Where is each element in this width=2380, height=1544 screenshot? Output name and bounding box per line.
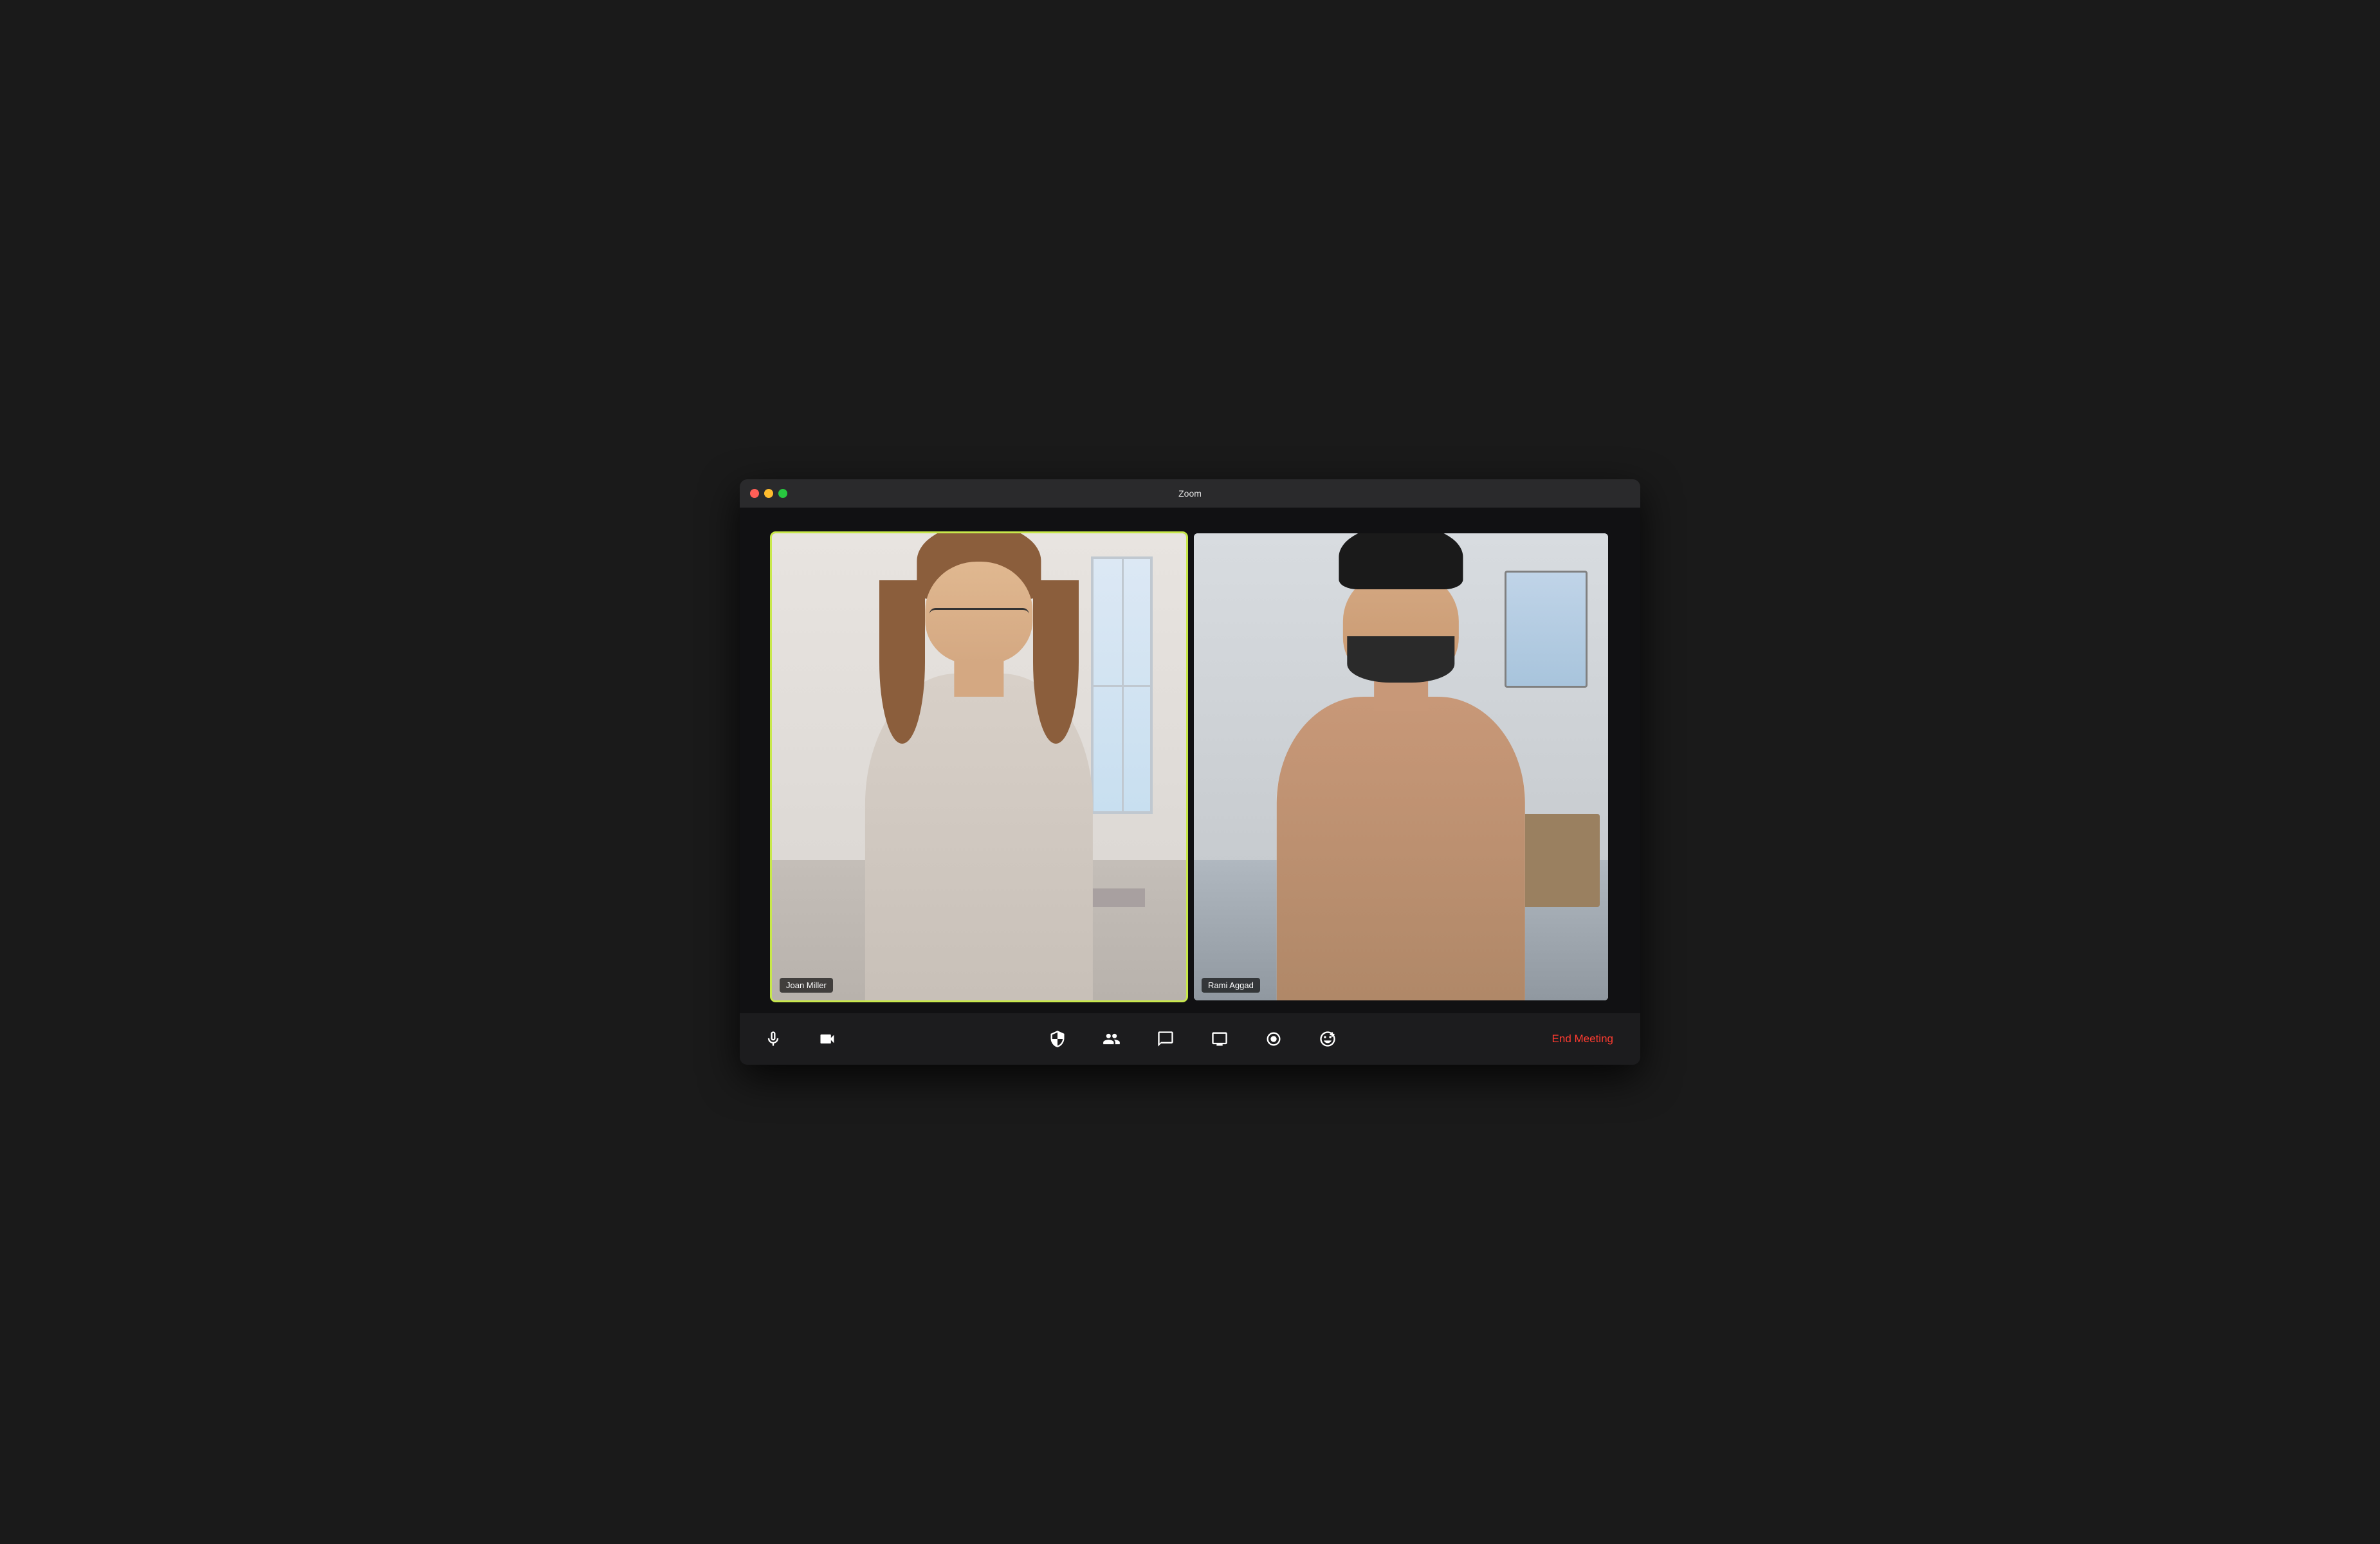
window-controls <box>750 489 787 498</box>
p1-scene <box>772 533 1186 1000</box>
p1-hair-right <box>1033 580 1079 744</box>
shield-icon <box>1048 1030 1066 1048</box>
video-panel-rami[interactable]: Rami Aggad <box>1194 533 1608 1000</box>
record-button[interactable] <box>1259 1027 1288 1051</box>
reactions-button[interactable] <box>1314 1027 1342 1051</box>
p2-scene <box>1194 533 1608 1000</box>
toolbar-right: End Meeting <box>1544 1027 1621 1051</box>
app-window: Zoom Joan M <box>740 479 1640 1065</box>
chat-icon <box>1157 1030 1175 1048</box>
reactions-icon <box>1319 1030 1337 1048</box>
p2-screen <box>1505 571 1588 688</box>
close-button[interactable] <box>750 489 759 498</box>
share-screen-button[interactable] <box>1205 1027 1234 1051</box>
toolbar-left <box>759 1027 841 1051</box>
title-bar: Zoom <box>740 479 1640 508</box>
p2-hair <box>1339 533 1463 589</box>
window-title: Zoom <box>1178 488 1202 499</box>
video-area: Joan Miller Rami Aggad <box>740 508 1640 1013</box>
p1-glasses <box>929 608 1029 631</box>
camera-icon <box>818 1030 836 1048</box>
end-meeting-button[interactable]: End Meeting <box>1544 1027 1621 1051</box>
p2-beard <box>1347 636 1454 683</box>
video-render-joan <box>772 533 1186 1000</box>
participant-name-joan: Joan Miller <box>780 978 833 993</box>
record-icon <box>1265 1030 1283 1048</box>
participant-name-rami: Rami Aggad <box>1202 978 1260 993</box>
chat-button[interactable] <box>1151 1027 1180 1051</box>
share-icon <box>1211 1030 1229 1048</box>
video-render-rami <box>1194 533 1608 1000</box>
camera-button[interactable] <box>813 1027 841 1051</box>
minimize-button[interactable] <box>764 489 773 498</box>
p1-window <box>1091 556 1153 813</box>
mute-button[interactable] <box>759 1027 787 1051</box>
toolbar-center <box>841 1027 1544 1051</box>
maximize-button[interactable] <box>778 489 787 498</box>
p2-body <box>1277 697 1525 1000</box>
p1-hair-left <box>879 580 925 744</box>
participants-icon <box>1103 1030 1121 1048</box>
participants-button[interactable] <box>1097 1027 1126 1051</box>
video-panel-joan[interactable]: Joan Miller <box>772 533 1186 1000</box>
security-button[interactable] <box>1043 1027 1072 1051</box>
toolbar: End Meeting <box>740 1013 1640 1065</box>
microphone-icon <box>764 1030 782 1048</box>
